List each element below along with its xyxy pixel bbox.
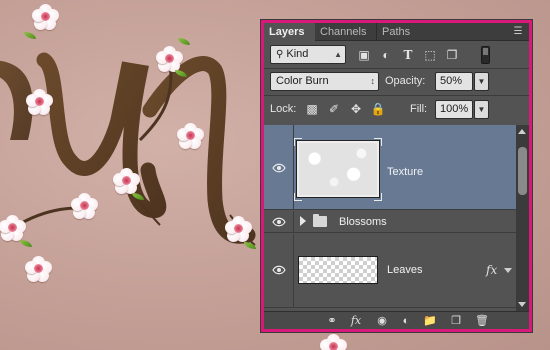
layer-list: Texture Blossoms Leaves fx — [264, 125, 529, 311]
folder-icon — [313, 214, 327, 227]
layer-row-texture[interactable]: Texture — [264, 125, 516, 210]
blossom-flower — [225, 216, 252, 242]
updown-arrow-icon: ↕ — [370, 76, 376, 86]
panel-menu-icon[interactable]: ☰ — [511, 26, 525, 38]
blossom-flower — [0, 215, 26, 241]
link-layers-icon[interactable]: ⚭ — [324, 314, 340, 328]
blossom-flower — [32, 4, 59, 30]
updown-arrow-icon: ▲ — [334, 50, 342, 59]
new-group-icon[interactable]: 📁 — [422, 314, 438, 328]
expand-triangle-icon[interactable] — [300, 216, 306, 226]
search-icon: ⚲ — [276, 49, 284, 60]
pixel-filter-icon[interactable]: ▣ — [356, 47, 372, 63]
layer-row-leaves[interactable]: Leaves fx — [264, 234, 516, 308]
fill-input[interactable]: 100% — [435, 100, 473, 119]
lock-all-icon[interactable]: 🔒 — [370, 101, 386, 117]
layer-list-scrollbar[interactable] — [516, 125, 529, 311]
visibility-column — [264, 211, 294, 232]
tab-channels[interactable]: Channels — [315, 23, 377, 41]
add-layer-mask-icon[interactable]: ◉ — [374, 314, 390, 328]
opacity-dropdown-button[interactable]: ▼ — [474, 72, 489, 91]
filter-kind-dropdown[interactable]: ⚲ Kind ▲ — [270, 45, 346, 64]
lock-label: Lock: — [270, 103, 297, 115]
adjustment-layer-icon[interactable]: ◐ — [398, 314, 414, 328]
filter-kind-label: Kind — [286, 48, 309, 60]
layer-thumbnail[interactable] — [296, 140, 380, 198]
filter-toggle-switch[interactable] — [481, 46, 490, 64]
blossom-flower — [71, 193, 98, 219]
layer-thumbnail[interactable] — [298, 256, 378, 284]
tab-layers[interactable]: Layers — [264, 23, 315, 41]
fill-dropdown-button[interactable]: ▼ — [474, 100, 489, 119]
layer-name[interactable]: Leaves — [387, 263, 422, 277]
lock-position-icon[interactable]: ✥ — [348, 101, 364, 117]
type-filter-icon[interactable]: T — [400, 47, 416, 63]
layer-name[interactable]: Texture — [387, 165, 423, 179]
eye-icon[interactable] — [272, 163, 286, 173]
opacity-label: Opacity: — [385, 75, 426, 87]
fill-label: Fill: — [410, 103, 428, 115]
blossom-flower — [156, 46, 183, 72]
add-layer-style-icon[interactable]: fx — [348, 314, 364, 328]
panel-tab-bar: Layers Channels Paths ☰ — [264, 23, 529, 41]
visibility-column — [264, 234, 294, 307]
tab-paths[interactable]: Paths — [377, 23, 421, 41]
blossom-flower — [26, 89, 53, 115]
scroll-up-icon[interactable] — [518, 129, 526, 134]
eye-icon[interactable] — [272, 217, 286, 227]
visibility-column — [264, 125, 294, 209]
adjustment-filter-icon[interactable]: ◐ — [378, 47, 394, 63]
divider — [264, 68, 529, 69]
opacity-input[interactable]: 50% — [435, 72, 473, 91]
scroll-down-icon[interactable] — [518, 302, 526, 307]
fx-icon[interactable]: fx — [486, 263, 497, 277]
blend-mode-value: Color Burn — [276, 75, 329, 87]
smart-object-filter-icon[interactable]: ❐ — [444, 47, 460, 63]
layer-name[interactable]: Blossoms — [339, 215, 387, 229]
divider — [264, 95, 529, 96]
blossom-flower — [177, 123, 204, 149]
trash-icon[interactable]: 🗑 — [474, 314, 490, 328]
blend-mode-dropdown[interactable]: Color Burn ↕ — [270, 72, 379, 91]
scroll-thumb[interactable] — [518, 147, 527, 195]
layer-filter-row: ⚲ Kind ▲ ▣ ◐ T ⬚ ❐ — [264, 44, 529, 66]
eye-icon[interactable] — [272, 265, 286, 275]
layers-panel: Layers Channels Paths ☰ ⚲ Kind ▲ ▣ ◐ T ⬚… — [261, 20, 532, 332]
lock-image-pixels-icon[interactable]: ✐ — [326, 101, 342, 117]
blend-mode-row: Color Burn ↕ Opacity: 50% ▼ — [264, 71, 529, 93]
blossom-flower — [320, 334, 347, 350]
lock-transparent-pixels-icon[interactable]: ▩ — [304, 101, 320, 117]
new-layer-icon[interactable]: ❐ — [448, 314, 464, 328]
lock-row: Lock: ▩ ✐ ✥ 🔒 Fill: 100% ▼ — [264, 99, 529, 121]
expand-effects-icon[interactable] — [504, 268, 512, 273]
shape-filter-icon[interactable]: ⬚ — [422, 47, 438, 63]
blossom-flower — [113, 168, 140, 194]
panel-bottom-bar: ⚭ fx ◉ ◐ 📁 ❐ 🗑 — [264, 311, 529, 329]
blossom-flower — [25, 256, 52, 282]
layer-row-blossoms[interactable]: Blossoms — [264, 211, 516, 233]
